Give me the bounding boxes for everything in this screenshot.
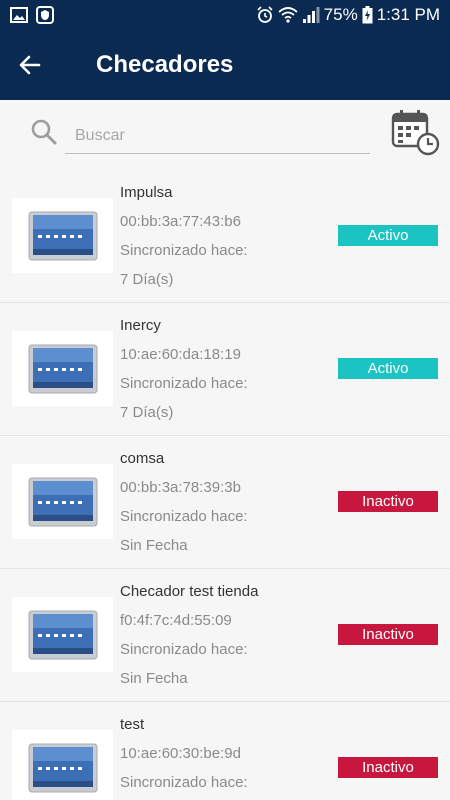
device-name: Checador test tienda <box>120 583 259 600</box>
device-thumbnail <box>12 331 113 406</box>
device-name: Inercy <box>120 317 161 334</box>
device-info: Checador test tienda f0:4f:7c:4d:55:09 Sin… <box>120 581 258 697</box>
device-thumbnail <box>12 597 113 672</box>
status-badge: Inactivo <box>338 624 438 645</box>
sync-value: Sin Fecha <box>120 670 188 687</box>
device-mac: 10:ae:60:da:18:19 <box>120 346 241 363</box>
device-thumbnail <box>12 198 113 273</box>
device-info: Impulsa 00:bb:3a:77:43:b6 Sincronizado hac… <box>120 182 248 298</box>
device-thumbnail <box>12 730 113 800</box>
search-input[interactable] <box>65 118 370 154</box>
calendar-filter-button[interactable] <box>390 108 442 156</box>
search-icon <box>31 119 57 145</box>
calendar-clock-icon <box>391 110 440 156</box>
status-badge: Inactivo <box>338 757 438 778</box>
device-info: comsa 00:bb:3a:78:39:3b Sincronizado hace:… <box>120 448 248 564</box>
sync-value: 7 Día(s) <box>120 404 174 421</box>
status-badge: Activo <box>338 358 438 379</box>
tablet-icon <box>28 477 97 526</box>
tablet-icon <box>28 610 97 659</box>
search-bar <box>0 100 450 170</box>
page-title: Checadores <box>96 51 234 78</box>
battery-charging-icon <box>362 6 373 24</box>
sync-label: Sincronizado hace: <box>120 242 248 259</box>
device-row[interactable]: Inercy 10:ae:60:da:18:19 Sincronizado hace… <box>0 303 450 436</box>
sync-label: Sincronizado hace: <box>120 774 248 791</box>
clock: 1:31 PM <box>376 5 440 24</box>
battery-percent: 75% <box>323 5 358 24</box>
device-row[interactable]: Impulsa 00:bb:3a:77:43:b6 Sincronizado hac… <box>0 170 450 303</box>
sync-value: 7 Día(s) <box>120 271 174 288</box>
image-notification-icon <box>10 7 28 23</box>
device-mac: f0:4f:7c:4d:55:09 <box>120 612 232 629</box>
device-row[interactable]: comsa 00:bb:3a:78:39:3b Sincronizado hace:… <box>0 436 450 569</box>
tablet-icon <box>28 211 97 260</box>
wifi-icon <box>278 7 298 23</box>
arrow-back-icon <box>19 55 41 75</box>
tablet-icon <box>28 344 97 393</box>
notification-icons <box>0 6 54 24</box>
device-mac: 00:bb:3a:77:43:b6 <box>120 213 241 230</box>
device-mac: 10:ae:60:30:be:9d <box>120 745 241 762</box>
sync-label: Sincronizado hace: <box>120 375 248 392</box>
sync-value: Sin Fecha <box>120 537 188 554</box>
device-info: test 10:ae:60:30:be:9d Sincronizado hace: <box>120 714 248 800</box>
device-thumbnail <box>12 464 113 539</box>
device-mac: 00:bb:3a:78:39:3b <box>120 479 241 496</box>
shield-notification-icon <box>36 6 54 24</box>
alarm-icon <box>257 6 273 23</box>
status-badge: Inactivo <box>338 491 438 512</box>
device-list: Impulsa 00:bb:3a:77:43:b6 Sincronizado hac… <box>0 170 450 800</box>
tablet-icon <box>28 743 97 792</box>
device-name: comsa <box>120 450 165 467</box>
device-row[interactable]: test 10:ae:60:30:be:9d Sincronizado hace: I… <box>0 702 450 800</box>
status-bar: 75% 1:31 PM <box>0 0 450 30</box>
status-badge: Activo <box>338 225 438 246</box>
device-row[interactable]: Checador test tienda f0:4f:7c:4d:55:09 Sin… <box>0 569 450 702</box>
signal-icon <box>302 7 320 23</box>
device-info: Inercy 10:ae:60:da:18:19 Sincronizado hace… <box>120 315 248 431</box>
back-button[interactable] <box>0 30 60 100</box>
app-bar: Checadores <box>0 30 450 100</box>
system-icons: 75% 1:31 PM <box>256 5 450 25</box>
sync-label: Sincronizado hace: <box>120 508 248 525</box>
device-name: test <box>120 716 145 733</box>
sync-label: Sincronizado hace: <box>120 641 248 658</box>
device-name: Impulsa <box>120 184 173 201</box>
